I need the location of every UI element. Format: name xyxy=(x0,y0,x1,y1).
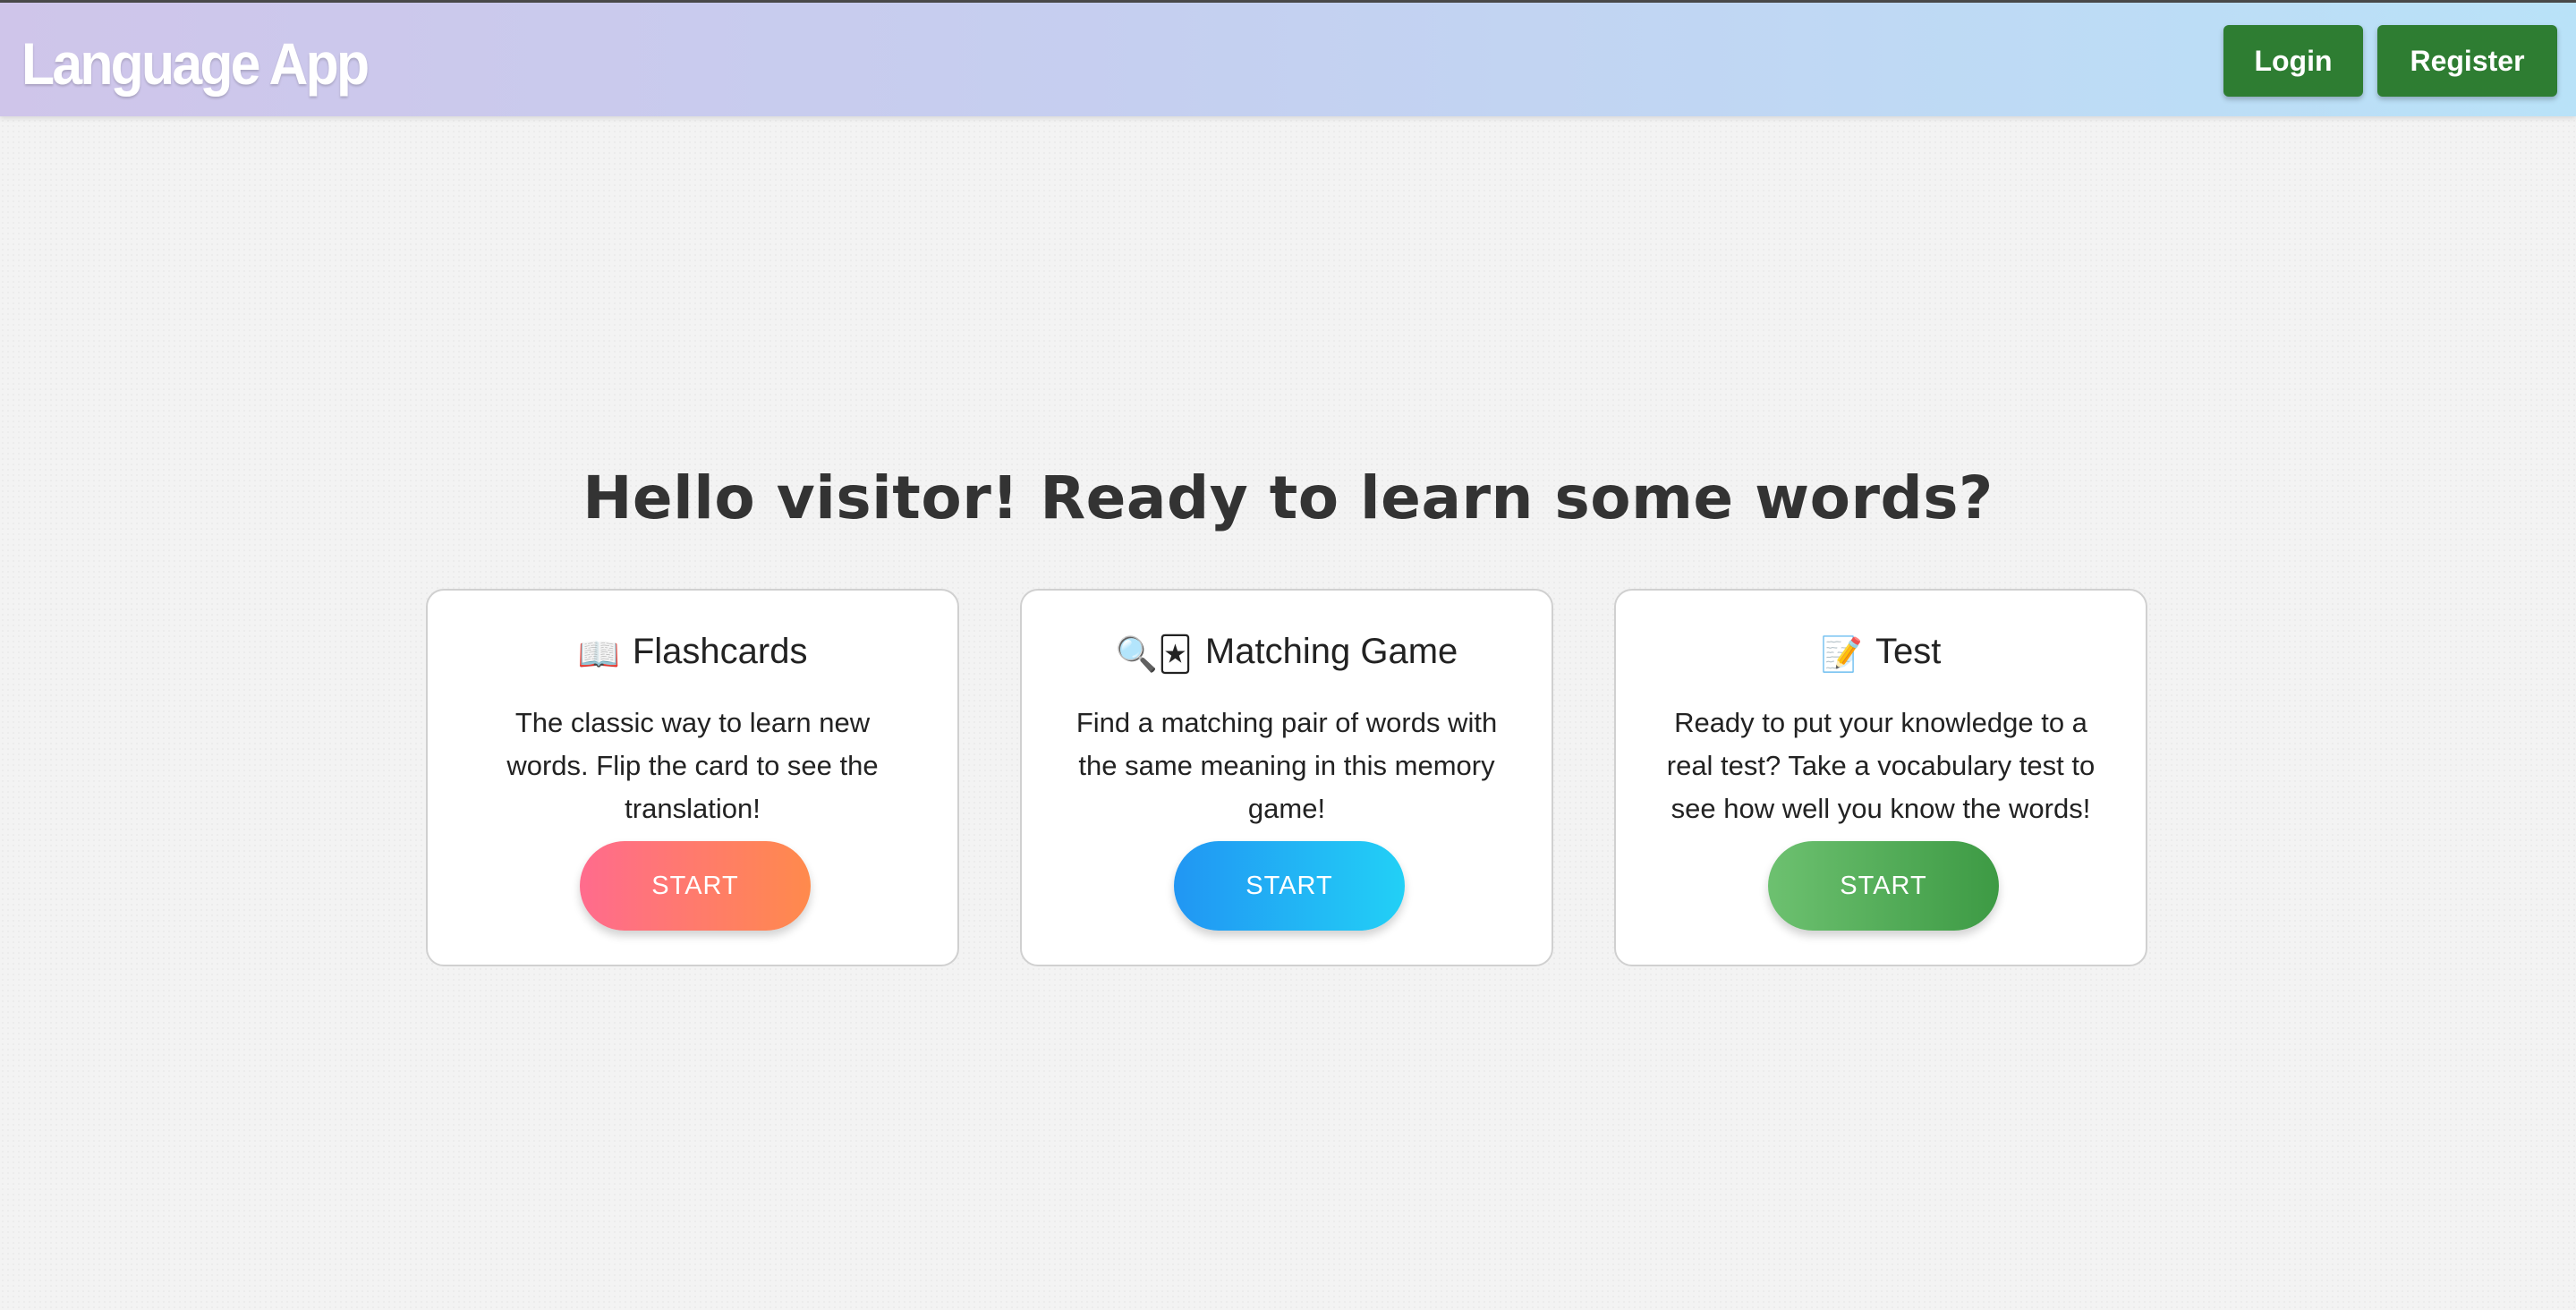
card-title-text: Test xyxy=(1875,632,1942,671)
magnifier-and-cards-icon: 🔍🃏 xyxy=(1115,634,1193,674)
card-title-text: Flashcards xyxy=(632,632,808,671)
test-card: 📝 Test Ready to put your knowledge to a r… xyxy=(1614,589,2147,966)
card-description: The classic way to learn new words. Flip… xyxy=(506,707,879,824)
matching-game-start-button[interactable]: START xyxy=(1174,841,1405,931)
card-title: 🔍🃏 Matching Game xyxy=(1022,632,1552,675)
login-button[interactable]: Login xyxy=(2223,25,2363,97)
open-book-icon: 📖 xyxy=(577,634,620,674)
card-description: Ready to put your knowledge to a real te… xyxy=(1666,707,2096,824)
page-headline: Hello visitor! Ready to learn some words… xyxy=(582,464,1994,532)
flashcards-card: 📖 Flashcards The classic way to learn new… xyxy=(426,589,959,966)
register-button[interactable]: Register xyxy=(2377,25,2557,97)
matching-game-card: 🔍🃏 Matching Game Find a matching pair of … xyxy=(1020,589,1553,966)
card-title: 📝 Test xyxy=(1616,632,2146,675)
app-logo[interactable]: Language App xyxy=(21,30,370,98)
card-title: 📖 Flashcards xyxy=(428,632,957,675)
navbar: Language App Login Register xyxy=(0,3,2576,116)
card-description: Find a matching pair of words with the s… xyxy=(1075,707,1498,824)
test-start-button[interactable]: START xyxy=(1768,841,1999,931)
card-title-text: Matching Game xyxy=(1204,632,1458,671)
memo-pencil-icon: 📝 xyxy=(1820,634,1863,674)
flashcards-start-button[interactable]: START xyxy=(580,841,811,931)
